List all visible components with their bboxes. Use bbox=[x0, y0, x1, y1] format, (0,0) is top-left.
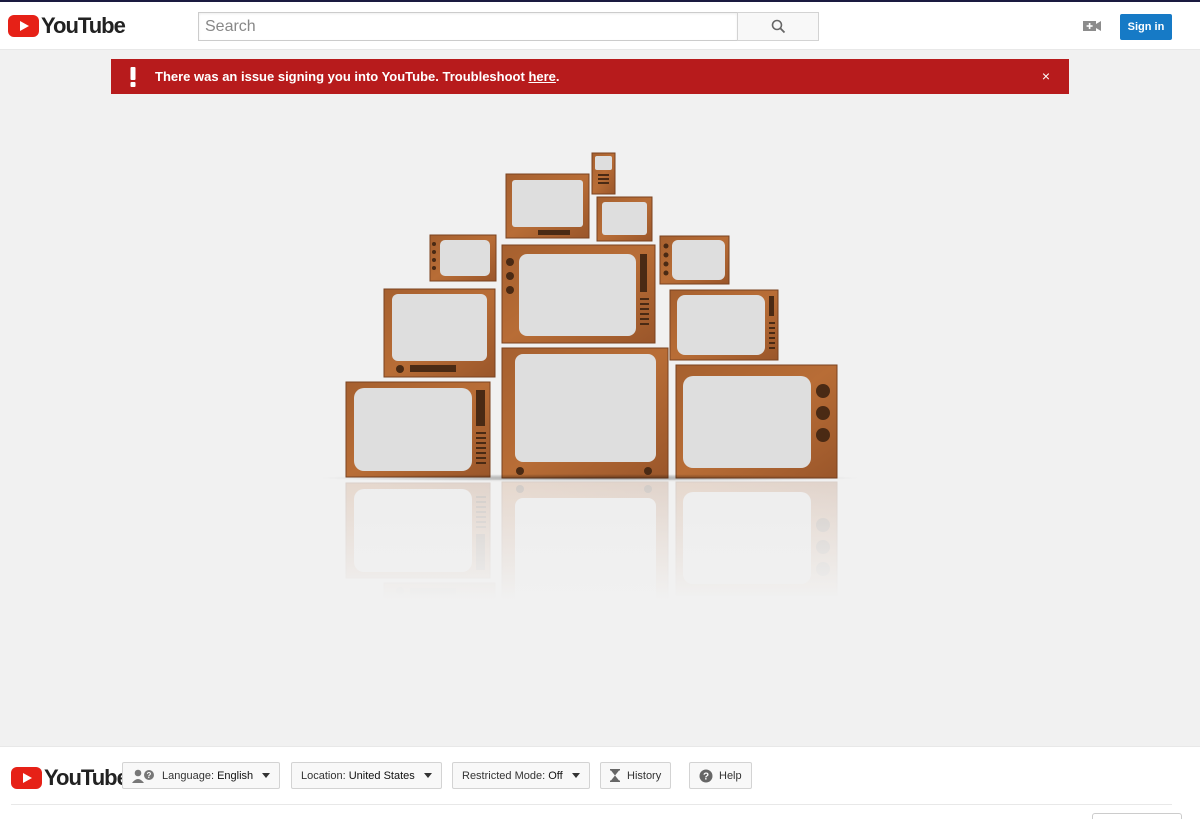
restricted-mode-value: Off bbox=[548, 769, 563, 782]
language-value: English bbox=[217, 769, 254, 782]
search-button[interactable] bbox=[737, 12, 819, 41]
play-logo-icon bbox=[11, 767, 42, 789]
alert-message-text: There was an issue signing you into YouT… bbox=[155, 69, 529, 84]
search-icon bbox=[771, 19, 785, 34]
logo-text: YouTube bbox=[41, 13, 126, 38]
language-icon: ? bbox=[132, 769, 154, 783]
hourglass-icon bbox=[610, 769, 620, 782]
help-button[interactable]: ? Help bbox=[689, 762, 752, 789]
history-button[interactable]: History bbox=[600, 762, 672, 789]
video-camera-plus-icon[interactable] bbox=[1082, 18, 1102, 34]
chevron-down-icon bbox=[262, 773, 271, 778]
location-label: Location: bbox=[301, 769, 346, 782]
footer-logo-text: YouTube bbox=[44, 765, 129, 790]
footer-youtube-logo[interactable]: YouTube bbox=[11, 765, 129, 791]
play-logo-icon bbox=[8, 15, 39, 37]
footer-divider bbox=[11, 804, 1172, 805]
language-label: Language: bbox=[162, 769, 214, 782]
history-label: History bbox=[627, 769, 662, 782]
footer-corner-element bbox=[1092, 813, 1182, 819]
alert-message-suffix: . bbox=[555, 69, 560, 84]
footer: YouTube ? Language: English Location: Un… bbox=[0, 746, 1200, 819]
stacked-tvs-illustration bbox=[320, 152, 860, 600]
close-icon[interactable]: × bbox=[1039, 69, 1053, 83]
search-bar bbox=[198, 12, 819, 41]
alert-message: There was an issue signing you into YouT… bbox=[155, 69, 560, 84]
exclamation-icon bbox=[111, 59, 155, 94]
help-label: Help bbox=[719, 769, 742, 782]
youtube-logo[interactable]: YouTube bbox=[8, 13, 126, 38]
sign-in-button[interactable]: Sign in bbox=[1120, 14, 1172, 40]
chevron-down-icon bbox=[423, 773, 432, 778]
svg-text:?: ? bbox=[703, 771, 709, 782]
search-input[interactable] bbox=[198, 12, 737, 41]
troubleshoot-link[interactable]: here bbox=[528, 69, 555, 84]
restricted-mode-button[interactable]: Restricted Mode: Off bbox=[452, 762, 590, 789]
svg-text:?: ? bbox=[147, 771, 152, 780]
location-value: United States bbox=[348, 769, 415, 782]
restricted-mode-label: Restricted Mode: bbox=[462, 769, 546, 782]
chevron-down-icon bbox=[571, 773, 580, 778]
language-button[interactable]: ? Language: English bbox=[122, 762, 281, 789]
masthead: YouTube Sign in bbox=[0, 0, 1200, 50]
help-icon: ? bbox=[699, 769, 713, 782]
location-button[interactable]: Location: United States bbox=[291, 762, 442, 789]
sign-in-error-alert: There was an issue signing you into YouT… bbox=[111, 59, 1069, 94]
